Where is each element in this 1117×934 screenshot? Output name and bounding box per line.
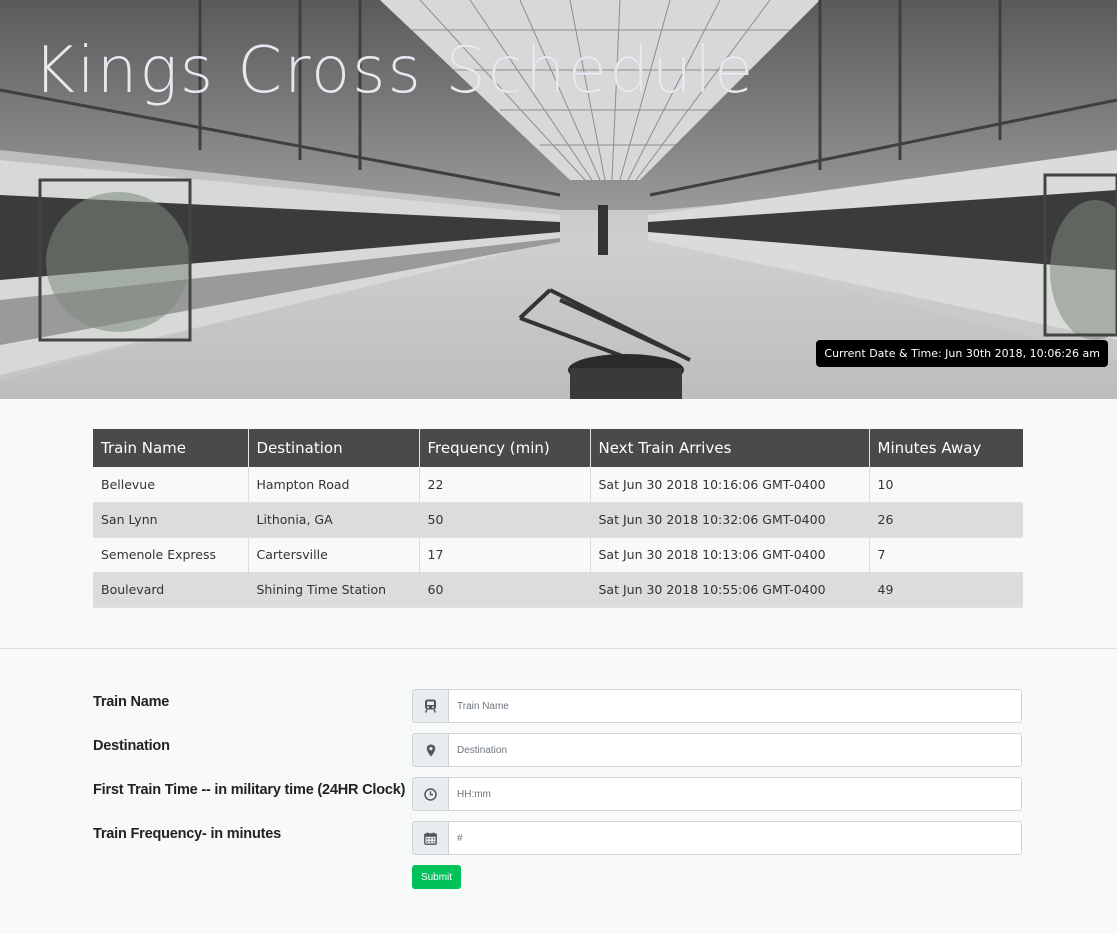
cell-destination: Hampton Road [248,467,420,502]
cell-next-arrival: Sat Jun 30 2018 10:32:06 GMT-0400 [590,502,870,537]
train-name-label: Train Name [93,694,170,710]
section-divider [0,648,1117,649]
hero-banner: Kings Cross Schedule Current Date & Time… [0,0,1117,399]
current-datetime-badge: Current Date & Time: Jun 30th 2018, 10:0… [816,340,1108,367]
table-header-row: Train Name Destination Frequency (min) N… [93,429,1023,467]
frequency-input[interactable] [448,821,1022,855]
first-train-time-input-group [412,777,1022,811]
first-train-time-label: First Train Time -- in military time (24… [93,782,406,798]
cell-destination: Shining Time Station [248,572,420,607]
cell-frequency: 60 [419,572,591,607]
cell-frequency: 22 [419,467,591,502]
column-header-destination: Destination [248,429,420,467]
form-row-frequency: Train Frequency- in minutes [93,821,1023,855]
cell-frequency: 17 [419,537,591,572]
destination-label: Destination [93,738,170,754]
cell-frequency: 50 [419,502,591,537]
cell-next-arrival: Sat Jun 30 2018 10:16:06 GMT-0400 [590,467,870,502]
cell-train-name: San Lynn [93,502,249,537]
column-header-train-name: Train Name [93,429,249,467]
cell-minutes-away: 7 [877,547,886,562]
train-name-input-group [412,689,1022,723]
destination-input[interactable] [448,733,1022,767]
form-row-destination: Destination [93,733,1023,767]
cell-minutes-away: 49 [877,582,894,597]
destination-input-group [412,733,1022,767]
train-schedule-table: Train Name Destination Frequency (min) N… [93,429,1023,608]
table-row: Bellevue Hampton Road 22 Sat Jun 30 2018… [93,467,1023,502]
cell-train-name: Bellevue [93,467,249,502]
table-row: Semenole Express Cartersville 17 Sat Jun… [93,537,1023,572]
train-icon [412,689,448,723]
first-train-time-input[interactable] [448,777,1022,811]
clock-icon [412,777,448,811]
cell-minutes-away: 10 [877,476,894,492]
cell-next-arrival: Sat Jun 30 2018 10:13:06 GMT-0400 [590,537,870,572]
frequency-input-group [412,821,1022,855]
map-marker-icon [412,733,448,767]
form-row-train-name: Train Name [93,689,1023,723]
form-row-first-train-time: First Train Time -- in military time (24… [93,777,1023,811]
cell-train-name: Semenole Express [93,537,249,572]
submit-button[interactable]: Submit [412,865,461,889]
cell-destination: Lithonia, GA [248,502,420,537]
cell-next-arrival: Sat Jun 30 2018 10:55:06 GMT-0400 [590,572,870,607]
column-header-minutes-away: Minutes Away [869,429,1023,467]
page-title: Kings Cross Schedule [33,34,756,108]
column-header-frequency: Frequency (min) [419,429,591,467]
cell-destination: Cartersville [248,537,420,572]
cell-train-name: Boulevard [93,572,249,607]
table-row: Boulevard Shining Time Station 60 Sat Ju… [93,572,1023,607]
table-row: San Lynn Lithonia, GA 50 Sat Jun 30 2018… [93,502,1023,537]
frequency-label: Train Frequency- in minutes [93,826,281,842]
calendar-icon [412,821,448,855]
cell-minutes-away: 26 [877,512,894,527]
column-header-next-arrival: Next Train Arrives [590,429,870,467]
train-name-input[interactable] [448,689,1022,723]
